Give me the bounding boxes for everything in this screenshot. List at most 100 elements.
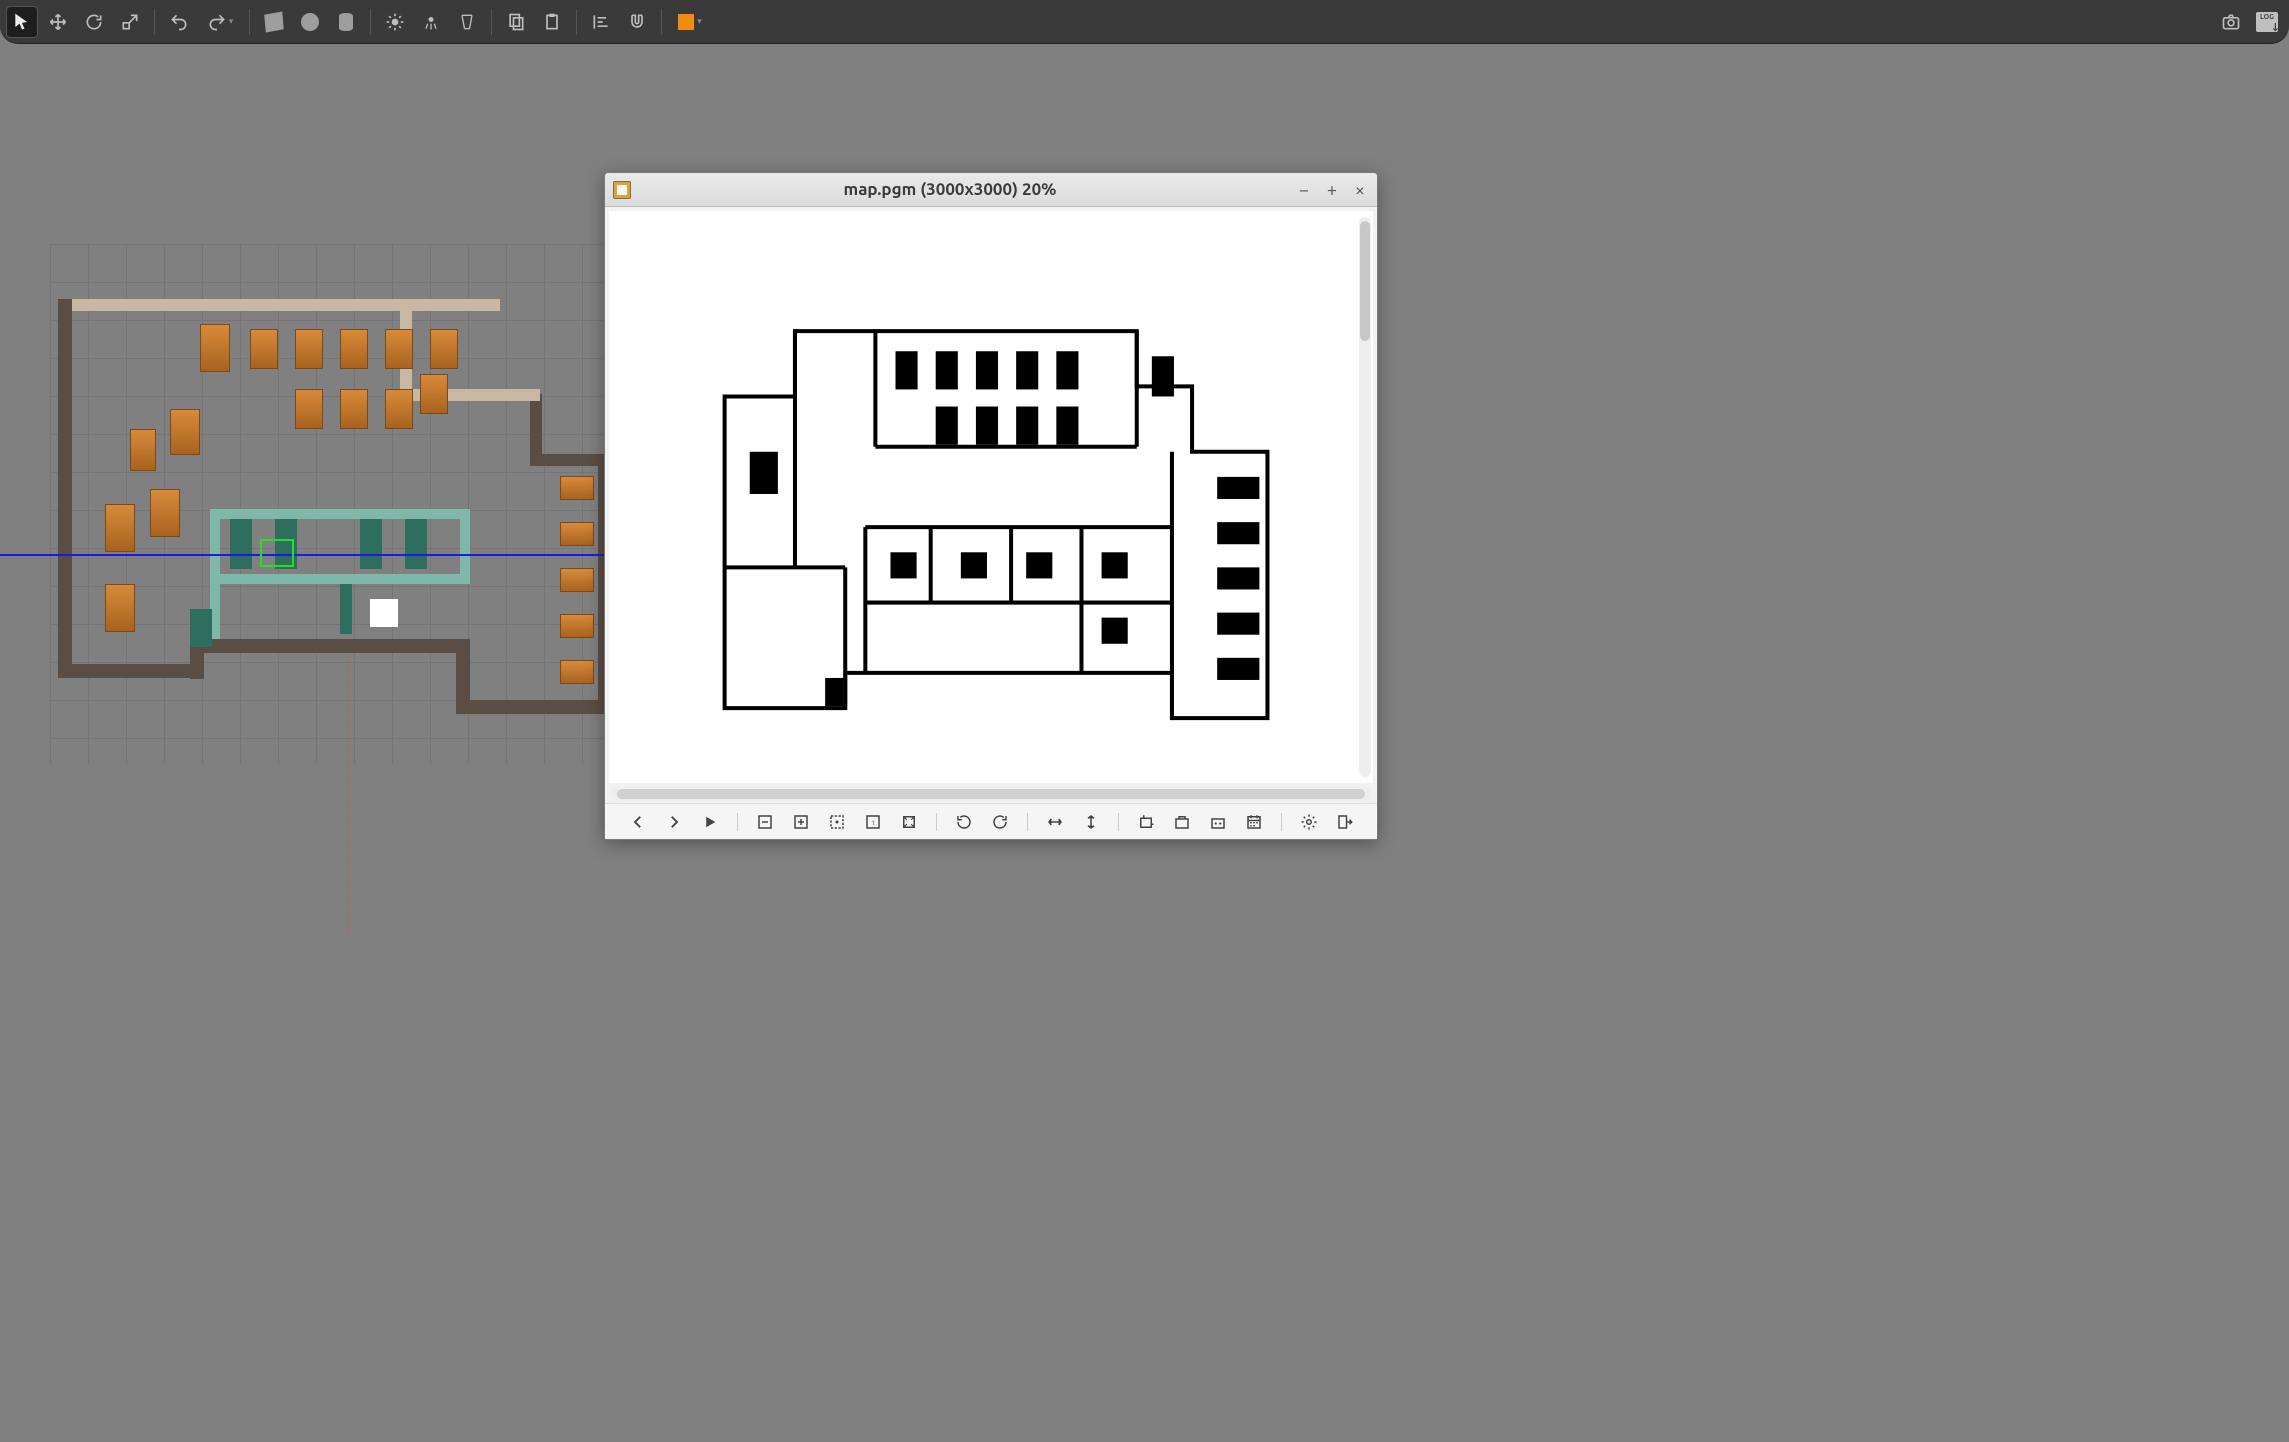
minimize-button[interactable]: − xyxy=(1295,181,1313,199)
furniture xyxy=(385,389,413,429)
sun-icon xyxy=(385,12,405,32)
zoom-out-button[interactable] xyxy=(754,811,776,833)
calendar-icon xyxy=(1245,813,1263,831)
toolbar-separator xyxy=(1281,813,1282,831)
app-icon xyxy=(613,181,631,199)
crop-icon xyxy=(1137,813,1155,831)
image-viewer-toolbar: 1 xyxy=(605,803,1377,839)
maximize-button[interactable]: + xyxy=(1323,181,1341,199)
rotate-tool[interactable] xyxy=(78,6,110,38)
color-icon xyxy=(1209,813,1227,831)
view-angle-button[interactable]: ▾ xyxy=(670,6,710,38)
paste-button[interactable] xyxy=(536,6,568,38)
furniture xyxy=(560,476,594,500)
map-image xyxy=(609,211,1373,783)
wall xyxy=(210,509,470,519)
toolbar-separator xyxy=(661,9,662,35)
furniture xyxy=(560,568,594,592)
prev-button[interactable] xyxy=(627,811,649,833)
furniture xyxy=(420,374,448,414)
move-icon xyxy=(48,12,68,32)
wall xyxy=(230,519,252,569)
window-title: map.pgm (3000x3000) 20% xyxy=(613,180,1287,199)
translate-tool[interactable] xyxy=(42,6,74,38)
magnet-icon xyxy=(627,12,647,32)
furniture xyxy=(295,329,323,369)
align-icon xyxy=(591,12,611,32)
furniture xyxy=(560,660,594,684)
wall xyxy=(530,394,542,466)
toolbar-separator xyxy=(576,9,577,35)
zoom-out-icon xyxy=(756,813,774,831)
furniture xyxy=(150,489,180,537)
align-button[interactable] xyxy=(585,6,617,38)
resize-icon xyxy=(1173,813,1191,831)
rotate-ccw-icon xyxy=(955,813,973,831)
play-button[interactable] xyxy=(699,811,721,833)
furniture xyxy=(105,504,135,552)
gazebo-viewport[interactable]: map.pgm (3000x3000) 20% − + × xyxy=(0,44,2289,1442)
spot-light-icon xyxy=(457,12,477,32)
toolbar-separator xyxy=(370,9,371,35)
insert-cylinder-button[interactable] xyxy=(330,6,362,38)
next-button[interactable] xyxy=(663,811,685,833)
insert-box-button[interactable] xyxy=(258,6,290,38)
color-button[interactable] xyxy=(1207,811,1229,833)
flip-v-icon xyxy=(1082,813,1100,831)
flip-horizontal-button[interactable] xyxy=(1044,811,1066,833)
orange-box-icon xyxy=(678,14,694,30)
window-titlebar[interactable]: map.pgm (3000x3000) 20% − + × xyxy=(605,173,1377,207)
image-canvas[interactable] xyxy=(609,211,1373,783)
screenshot-button[interactable] xyxy=(2215,6,2247,38)
rotate-ccw-button[interactable] xyxy=(953,811,975,833)
exit-button[interactable] xyxy=(1334,811,1356,833)
scale-tool[interactable] xyxy=(114,6,146,38)
toolbar-separator xyxy=(1118,813,1119,831)
select-tool[interactable] xyxy=(6,6,38,38)
insert-spot-light-button[interactable] xyxy=(451,6,483,38)
furniture xyxy=(560,522,594,546)
copy-button[interactable] xyxy=(500,6,532,38)
sphere-icon xyxy=(301,13,319,31)
point-light-icon xyxy=(421,12,441,32)
camera-icon xyxy=(2221,12,2241,32)
box-icon xyxy=(264,11,284,32)
furniture xyxy=(200,324,230,372)
toolbar-separator xyxy=(491,9,492,35)
redo-button[interactable]: ▾ xyxy=(199,6,241,38)
close-button[interactable]: × xyxy=(1351,181,1369,199)
crop-button[interactable] xyxy=(1135,811,1157,833)
gear-icon xyxy=(1300,813,1318,831)
flip-vertical-button[interactable] xyxy=(1080,811,1102,833)
wall xyxy=(340,584,352,634)
zoom-100-icon: 1 xyxy=(864,813,882,831)
dropdown-icon: ▾ xyxy=(697,16,702,27)
wall xyxy=(210,574,470,584)
rotate-cw-icon xyxy=(991,813,1009,831)
undo-icon xyxy=(169,12,189,32)
zoom-in-button[interactable] xyxy=(790,811,812,833)
snap-button[interactable] xyxy=(621,6,653,38)
zoom-fit-button[interactable] xyxy=(826,811,848,833)
zoom-100-button[interactable]: 1 xyxy=(862,811,884,833)
axis-guide xyxy=(348,654,349,934)
rotate-cw-button[interactable] xyxy=(989,811,1011,833)
scale-icon xyxy=(120,12,140,32)
toolbar-separator xyxy=(936,813,937,831)
log-button[interactable]: LOG↓ xyxy=(2251,6,2283,38)
insert-sphere-button[interactable] xyxy=(294,6,326,38)
undo-button[interactable] xyxy=(163,6,195,38)
furniture xyxy=(340,329,368,369)
resize-button[interactable] xyxy=(1171,811,1193,833)
vertical-scrollbar[interactable] xyxy=(1359,217,1371,777)
insert-sun-light-button[interactable] xyxy=(379,6,411,38)
wall xyxy=(58,299,72,669)
insert-point-light-button[interactable] xyxy=(415,6,447,38)
horizontal-scrollbar[interactable] xyxy=(611,787,1371,801)
wall xyxy=(460,509,470,584)
zoom-fill-button[interactable] xyxy=(898,811,920,833)
settings-button[interactable] xyxy=(1298,811,1320,833)
date-button[interactable] xyxy=(1243,811,1265,833)
zoom-fill-icon xyxy=(900,813,918,831)
redo-icon xyxy=(207,12,227,32)
